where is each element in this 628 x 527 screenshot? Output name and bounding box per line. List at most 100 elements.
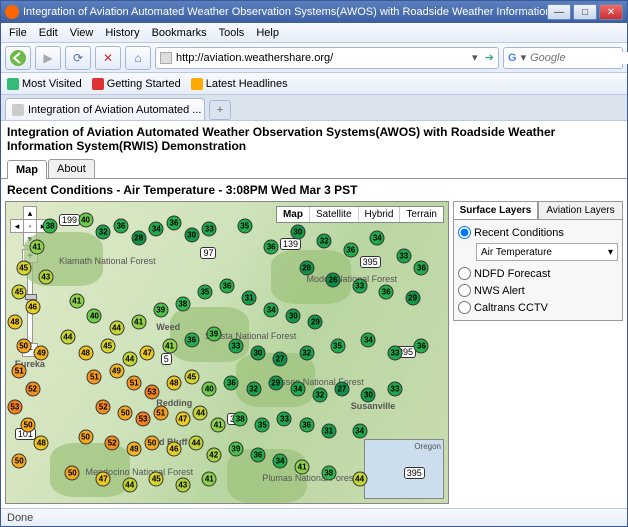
station-marker[interactable]: 44 (122, 351, 137, 366)
station-marker[interactable]: 34 (290, 381, 305, 396)
station-marker[interactable]: 32 (312, 387, 327, 402)
station-marker[interactable]: 34 (361, 333, 376, 348)
station-marker[interactable]: 36 (113, 219, 128, 234)
station-marker[interactable]: 35 (237, 219, 252, 234)
station-marker[interactable]: 44 (60, 330, 75, 345)
pan-up-button[interactable]: ▴ (23, 206, 37, 220)
station-marker[interactable]: 44 (193, 405, 208, 420)
station-marker[interactable]: 44 (122, 477, 137, 492)
station-marker[interactable]: 33 (396, 249, 411, 264)
url-bar[interactable]: ▾ ➔ (155, 47, 499, 69)
bookmark-item[interactable]: Getting Started (92, 78, 181, 90)
station-marker[interactable]: 50 (118, 405, 133, 420)
station-marker[interactable]: 45 (149, 471, 164, 486)
pan-left-button[interactable]: ◂ (10, 219, 24, 233)
station-marker[interactable]: 30 (184, 228, 199, 243)
station-marker[interactable]: 41 (211, 417, 226, 432)
menu-history[interactable]: History (99, 25, 145, 41)
station-marker[interactable]: 36 (379, 285, 394, 300)
station-marker[interactable]: 34 (149, 222, 164, 237)
station-marker[interactable]: 49 (127, 441, 142, 456)
station-marker[interactable]: 28 (131, 231, 146, 246)
pan-reset-button[interactable]: ◦ (23, 219, 37, 233)
station-marker[interactable]: 36 (250, 447, 265, 462)
station-marker[interactable]: 41 (162, 339, 177, 354)
station-marker[interactable]: 27 (273, 351, 288, 366)
station-marker[interactable]: 51 (12, 363, 27, 378)
go-icon[interactable]: ➔ (485, 51, 494, 64)
station-marker[interactable]: 30 (290, 225, 305, 240)
station-marker[interactable]: 28 (299, 261, 314, 276)
station-marker[interactable]: 31 (242, 291, 257, 306)
station-marker[interactable]: 45 (184, 369, 199, 384)
station-marker[interactable]: 46 (25, 300, 40, 315)
menu-edit[interactable]: Edit (33, 25, 64, 41)
tab-about[interactable]: About (48, 159, 95, 178)
maptype-map[interactable]: Map (277, 207, 309, 222)
station-marker[interactable]: 48 (78, 345, 93, 360)
station-marker[interactable]: 31 (321, 423, 336, 438)
menu-file[interactable]: File (3, 25, 33, 41)
layer-radio[interactable] (458, 226, 471, 239)
station-marker[interactable]: 32 (96, 225, 111, 240)
reload-button[interactable]: ⟳ (65, 46, 91, 70)
bookmark-item[interactable]: Most Visited (7, 78, 82, 90)
station-marker[interactable]: 38 (321, 465, 336, 480)
browser-tab[interactable]: Integration of Aviation Automated ... (5, 98, 205, 120)
station-marker[interactable]: 38 (233, 411, 248, 426)
station-marker[interactable]: 35 (197, 285, 212, 300)
station-marker[interactable]: 50 (65, 465, 80, 480)
station-marker[interactable]: 47 (96, 471, 111, 486)
station-marker[interactable]: 36 (299, 417, 314, 432)
map-canvas[interactable]: ▴ ▾ ◂ ▸ ◦ + − MapSatelliteHybridTerrain … (5, 201, 449, 504)
station-marker[interactable]: 50 (16, 339, 31, 354)
station-marker[interactable]: 36 (414, 339, 429, 354)
station-marker[interactable]: 52 (96, 399, 111, 414)
station-marker[interactable]: 36 (343, 243, 358, 258)
station-marker[interactable]: 26 (326, 273, 341, 288)
station-marker[interactable]: 45 (12, 285, 27, 300)
station-marker[interactable]: 51 (153, 405, 168, 420)
layer-radio-row[interactable]: NDFD Forecast (458, 265, 618, 282)
station-marker[interactable]: 30 (286, 309, 301, 324)
station-marker[interactable]: 33 (202, 222, 217, 237)
station-marker[interactable]: 48 (7, 315, 22, 330)
search-engine-dropdown-icon[interactable]: ▾ (521, 51, 527, 64)
station-marker[interactable]: 34 (264, 303, 279, 318)
station-marker[interactable]: 44 (189, 435, 204, 450)
station-marker[interactable]: 33 (352, 279, 367, 294)
station-marker[interactable]: 32 (299, 345, 314, 360)
station-marker[interactable]: 48 (34, 435, 49, 450)
home-button[interactable]: ⌂ (125, 46, 151, 70)
station-marker[interactable]: 29 (308, 315, 323, 330)
back-button[interactable] (5, 46, 31, 70)
station-marker[interactable]: 45 (16, 261, 31, 276)
station-marker[interactable]: 36 (184, 333, 199, 348)
close-button[interactable]: ✕ (599, 4, 623, 20)
station-marker[interactable]: 36 (414, 261, 429, 276)
bookmark-item[interactable]: Latest Headlines (191, 78, 288, 90)
station-marker[interactable]: 41 (202, 471, 217, 486)
station-marker[interactable]: 38 (43, 219, 58, 234)
layer-variable-dropdown[interactable]: Air Temperature▾ (476, 243, 618, 261)
station-marker[interactable]: 43 (38, 270, 53, 285)
layer-radio[interactable] (458, 267, 471, 280)
tab-surface-layers[interactable]: Surface Layers (453, 201, 538, 220)
station-marker[interactable]: 40 (202, 381, 217, 396)
stop-button[interactable]: ✕ (95, 46, 121, 70)
minimize-button[interactable]: — (547, 4, 571, 20)
station-marker[interactable]: 45 (100, 339, 115, 354)
station-marker[interactable]: 53 (7, 399, 22, 414)
maptype-hybrid[interactable]: Hybrid (358, 207, 400, 222)
station-marker[interactable]: 40 (78, 213, 93, 228)
tab-aviation-layers[interactable]: Aviation Layers (538, 201, 623, 220)
station-marker[interactable]: 43 (175, 477, 190, 492)
station-marker[interactable]: 40 (87, 309, 102, 324)
station-marker[interactable]: 36 (220, 279, 235, 294)
station-marker[interactable]: 30 (250, 345, 265, 360)
url-input[interactable] (176, 52, 465, 64)
station-marker[interactable]: 30 (361, 387, 376, 402)
search-bar[interactable]: G ▾ (503, 47, 623, 69)
search-input[interactable] (530, 52, 628, 64)
station-marker[interactable]: 39 (228, 441, 243, 456)
